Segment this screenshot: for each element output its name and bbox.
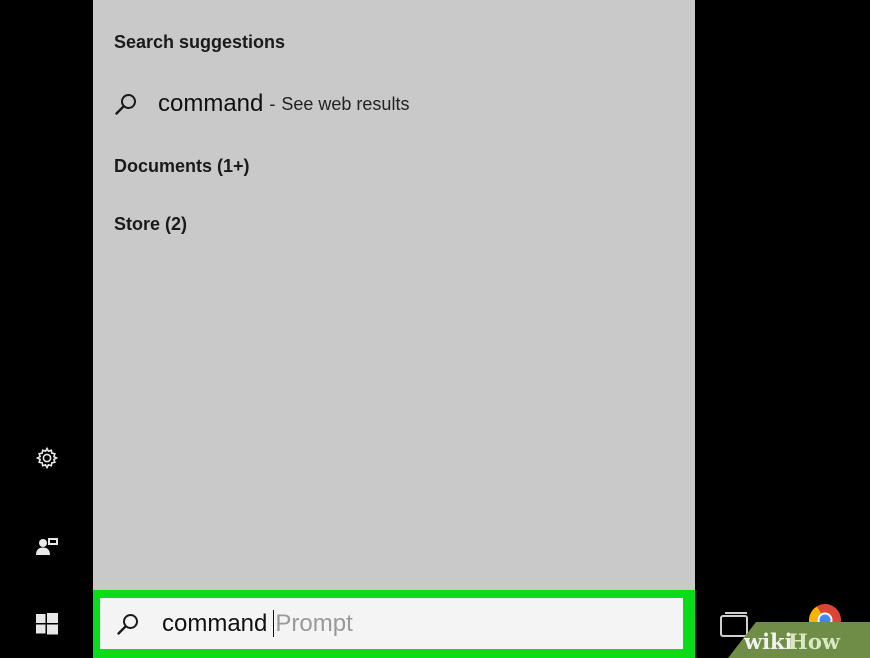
settings-button[interactable]	[0, 430, 93, 486]
text-caret	[273, 610, 275, 637]
windows-logo-icon	[35, 613, 58, 635]
account-button[interactable]	[0, 518, 93, 574]
chrome-icon[interactable]	[807, 602, 843, 638]
suggestion-term: command	[158, 90, 264, 117]
task-view-icon[interactable]	[717, 608, 753, 644]
search-query-text: command	[162, 609, 268, 637]
suggestion-separator: -	[269, 93, 276, 114]
search-icon	[117, 613, 138, 635]
autocomplete-text: Prompt	[275, 609, 353, 637]
web-suggestion-item[interactable]: command - See web results	[109, 84, 669, 124]
start-button[interactable]	[0, 596, 93, 652]
start-menu-rail	[0, 0, 93, 658]
search-icon	[115, 94, 136, 115]
search-bar-highlight: command Prompt	[93, 590, 695, 658]
user-icon	[35, 538, 58, 555]
gear-icon	[35, 446, 58, 470]
store-category[interactable]: Store (2)	[114, 214, 187, 235]
search-suggestions-header: Search suggestions	[114, 32, 286, 52]
documents-category[interactable]: Documents (1+)	[114, 156, 250, 177]
search-input[interactable]: command Prompt	[100, 598, 683, 649]
screen: Search suggestions command - See web res…	[0, 0, 870, 658]
suggestion-hint: See web results	[281, 93, 410, 114]
search-results-panel: Search suggestions command - See web res…	[93, 0, 695, 590]
taskbar	[695, 590, 870, 658]
